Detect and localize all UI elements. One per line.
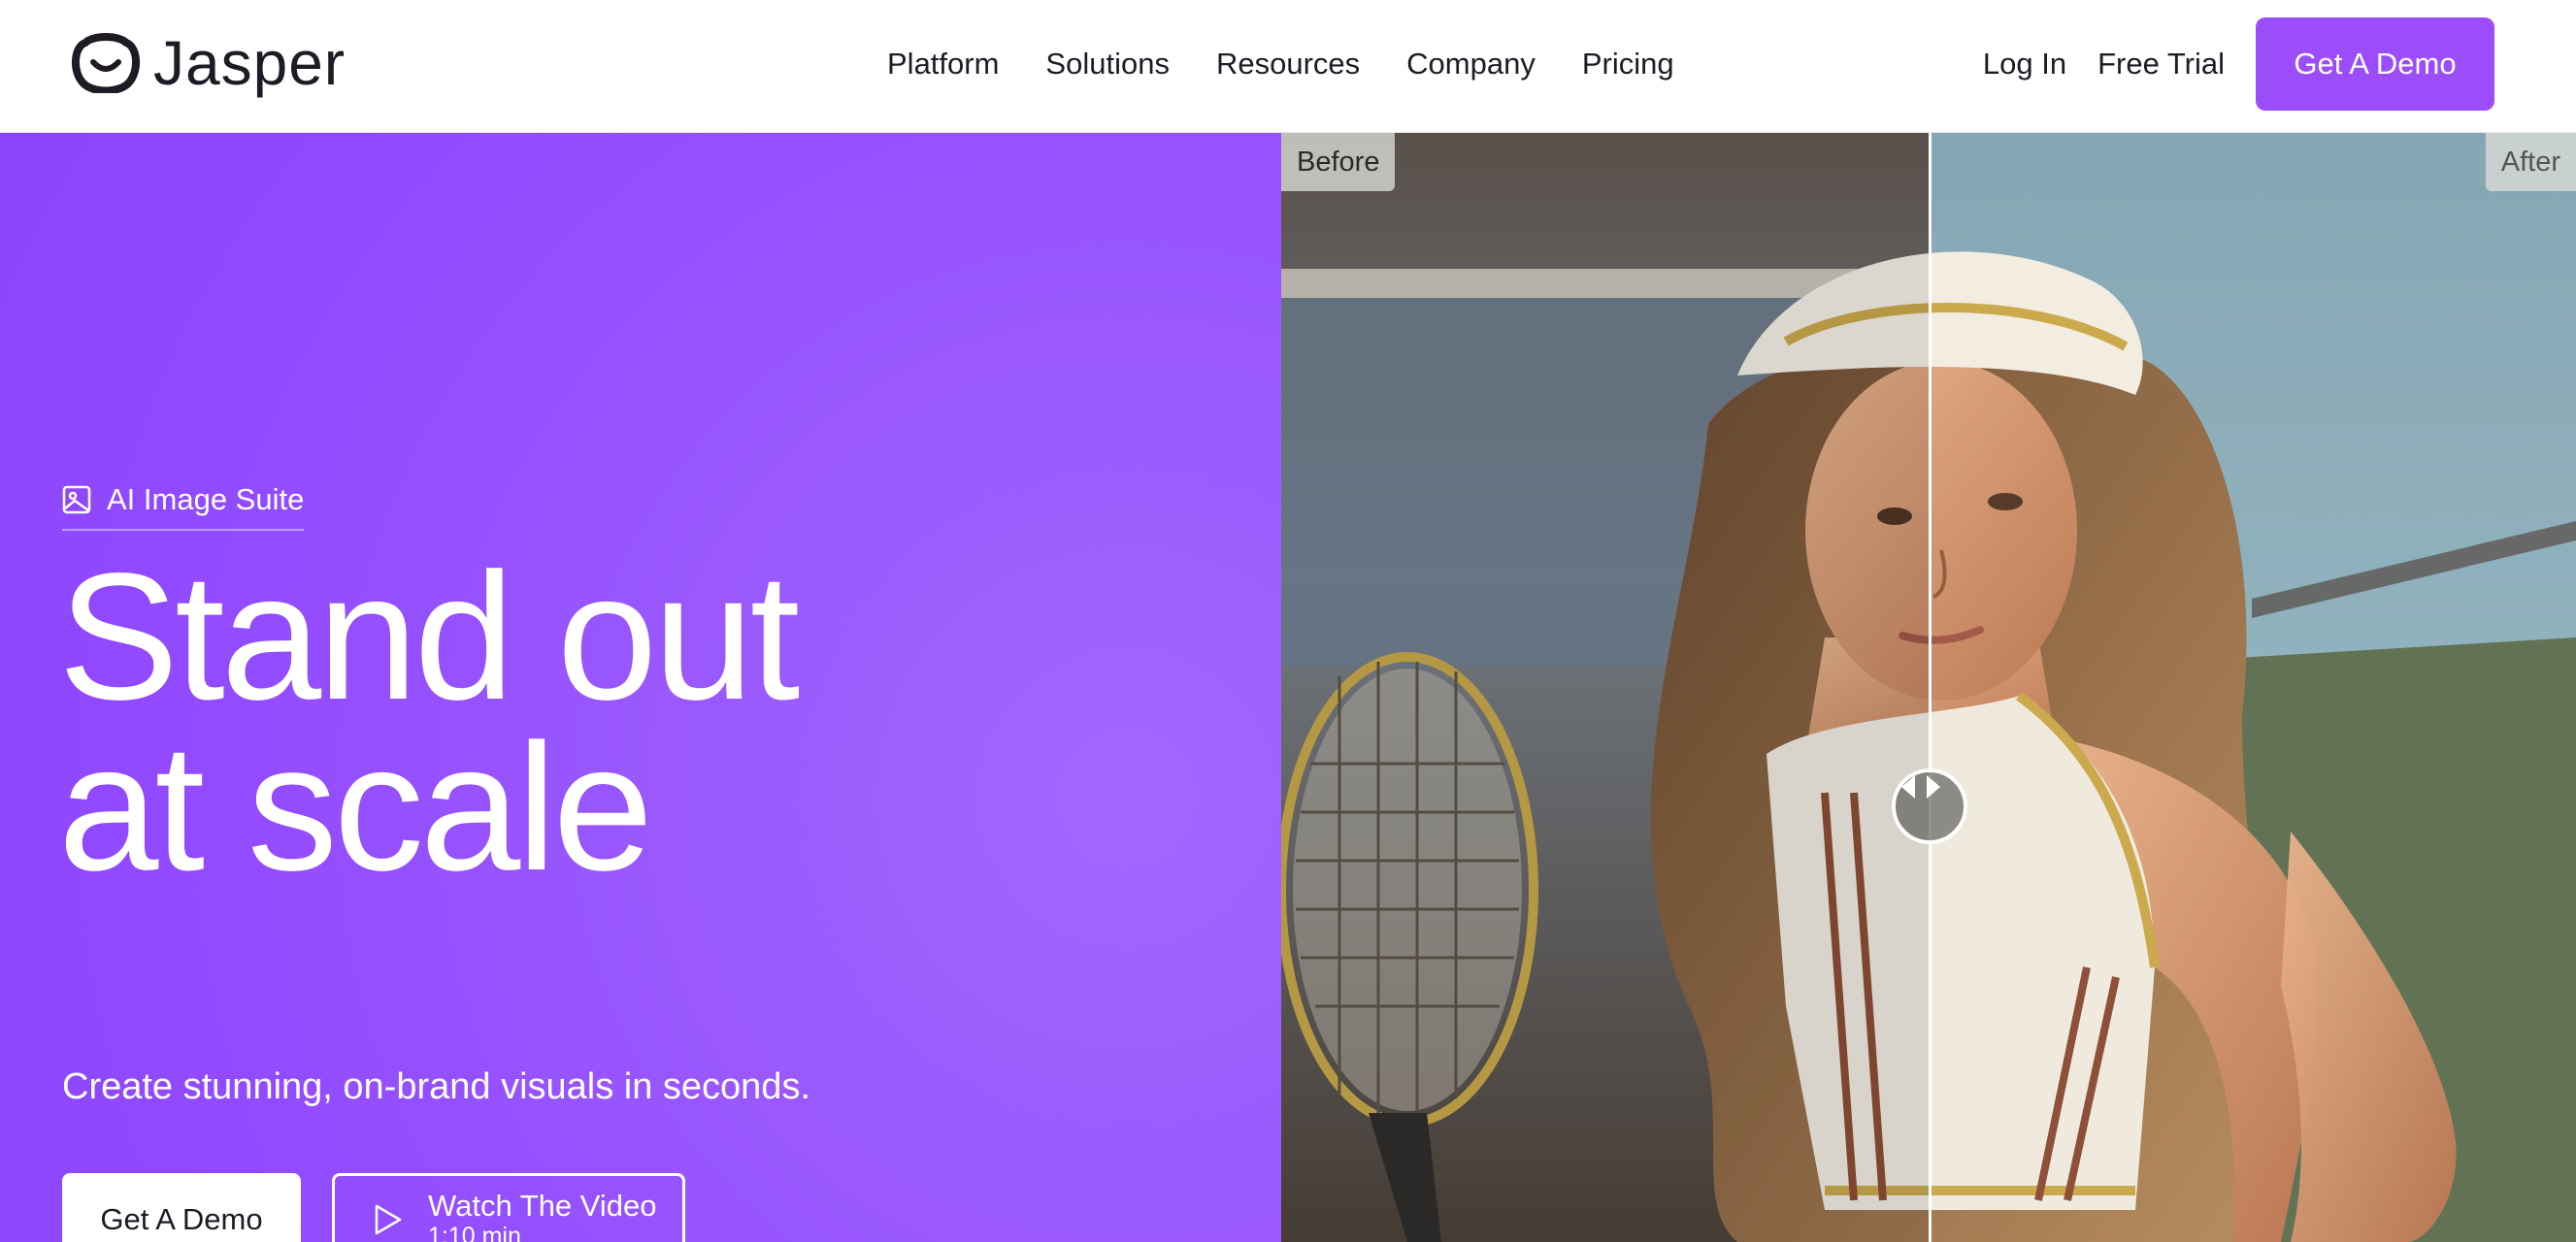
logo-wordmark: Jasper xyxy=(153,28,347,98)
image-compare-slider[interactable]: Before After xyxy=(1281,133,2576,1242)
jasper-logo[interactable]: Jasper xyxy=(70,28,347,98)
nav-company[interactable]: Company xyxy=(1406,43,1536,85)
eyebrow-link[interactable]: AI Image Suite xyxy=(62,482,305,531)
get-demo-nav-button[interactable]: Get A Demo xyxy=(2256,17,2494,111)
compare-drag-handle[interactable] xyxy=(1892,768,1967,844)
top-nav: Jasper Platform Solutions Resources Comp… xyxy=(0,0,2576,133)
free-trial-link[interactable]: Free Trial xyxy=(2097,43,2225,85)
play-icon xyxy=(375,1204,402,1235)
nav-resources[interactable]: Resources xyxy=(1216,43,1360,85)
image-icon xyxy=(62,485,91,514)
video-duration: 1:10 min xyxy=(428,1223,521,1242)
hero-subhead: Create stunning, on-brand visuals in sec… xyxy=(62,1066,811,1107)
headline-line-1: Stand out xyxy=(58,537,800,737)
nav-platform[interactable]: Platform xyxy=(887,43,999,85)
headline-line-2: at scale xyxy=(58,707,653,908)
left-right-arrows-icon xyxy=(1901,775,1940,799)
nav-pricing[interactable]: Pricing xyxy=(1582,43,1674,85)
hero-headline: Stand out at scale xyxy=(58,537,800,908)
watch-video-button[interactable]: Watch The Video 1:10 min xyxy=(332,1173,685,1242)
eyebrow-label: AI Image Suite xyxy=(107,482,305,516)
compare-divider[interactable] xyxy=(1929,133,1932,1242)
get-demo-button[interactable]: Get A Demo xyxy=(62,1173,301,1242)
nav-solutions[interactable]: Solutions xyxy=(1045,43,1170,85)
before-label: Before xyxy=(1281,133,1396,191)
video-label: Watch The Video xyxy=(428,1189,657,1223)
primary-nav: Platform Solutions Resources Company Pri… xyxy=(887,43,1721,85)
hero-section: AI Image Suite Stand out at scale Create… xyxy=(0,133,1281,1242)
video-text: Watch The Video 1:10 min xyxy=(428,1190,657,1242)
nav-actions: Log In Free Trial Get A Demo xyxy=(1983,17,2494,111)
login-link[interactable]: Log In xyxy=(1983,43,2066,85)
after-label: After xyxy=(2485,133,2576,191)
jasper-logo-icon xyxy=(72,33,140,93)
